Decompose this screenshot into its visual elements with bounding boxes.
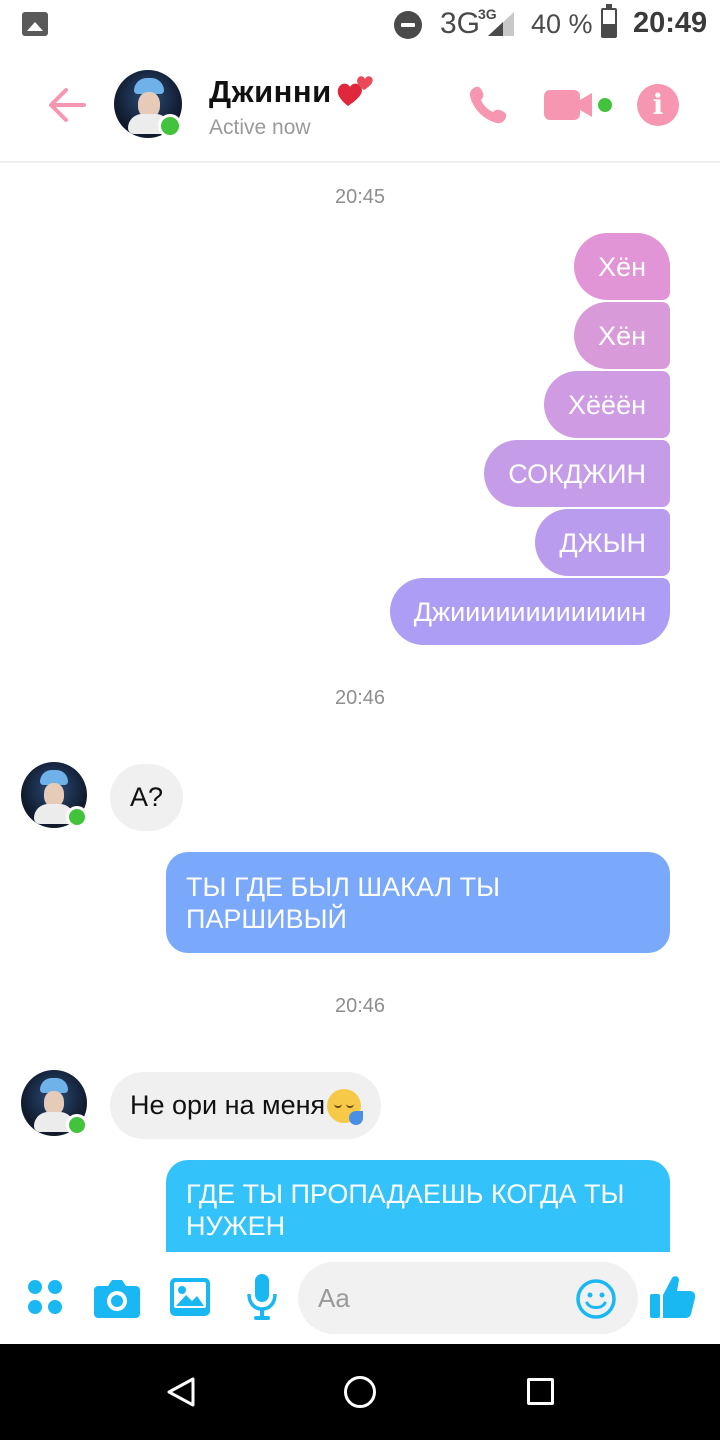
nav-home-icon[interactable]	[344, 1376, 376, 1408]
contact-status: Active now	[209, 116, 311, 139]
status-clock: 20:49	[633, 7, 708, 39]
emoji-icon[interactable]	[576, 1279, 616, 1319]
apps-icon[interactable]	[28, 1280, 64, 1316]
status-bar: 3G 3G 40 % 20:49	[0, 0, 720, 50]
outgoing-message[interactable]: ДЖЫН	[535, 509, 670, 576]
outgoing-message[interactable]: СОКДЖИН	[484, 440, 670, 507]
outgoing-message[interactable]: Хён	[574, 233, 670, 300]
thumbs-up-icon[interactable]	[650, 1274, 696, 1320]
online-indicator	[66, 806, 88, 828]
outgoing-message[interactable]: Джиииииииииииин	[389, 578, 670, 645]
message-timestamp: 20:45	[334, 186, 386, 208]
system-navigation-bar	[0, 1344, 720, 1440]
network-type: 3G	[440, 7, 481, 40]
outgoing-message[interactable]: ТЫ ГДЕ БЫЛ ШАКАЛ ТЫ ПАРШИВЫЙ	[166, 852, 670, 953]
video-call-icon[interactable]	[544, 86, 614, 124]
message-composer	[0, 1252, 720, 1344]
contact-name[interactable]: Джинни	[209, 74, 332, 110]
outgoing-message[interactable]: Хён	[574, 302, 670, 369]
sleepy-face-emoji-icon	[327, 1088, 364, 1125]
nav-back-icon[interactable]	[166, 1376, 196, 1408]
incoming-message-text: Не ори на меня	[130, 1090, 326, 1120]
do-not-disturb-icon	[394, 11, 422, 39]
battery-icon	[601, 4, 617, 38]
microphone-icon[interactable]	[246, 1274, 278, 1320]
gallery-icon[interactable]	[170, 1278, 210, 1316]
online-indicator	[66, 1114, 88, 1136]
image-notification-icon	[22, 12, 48, 36]
incoming-message[interactable]: Не ори на меня	[110, 1072, 382, 1139]
chat-header: Джинни Active now i	[0, 50, 720, 163]
battery-percent: 40 %	[531, 9, 593, 39]
nav-recents-icon[interactable]	[527, 1378, 554, 1405]
signal-icon	[488, 12, 514, 36]
message-timestamp: 20:46	[334, 995, 386, 1017]
info-icon[interactable]: i	[637, 84, 679, 126]
outgoing-message[interactable]: Хёёён	[544, 371, 670, 438]
outgoing-message[interactable]: ГДЕ ТЫ ПРОПАДАЕШЬ КОГДА ТЫ НУЖЕН	[166, 1160, 670, 1260]
incoming-message[interactable]: А?	[110, 764, 184, 831]
camera-icon[interactable]	[94, 1276, 140, 1318]
two-hearts-icon	[337, 76, 373, 106]
online-indicator	[158, 114, 182, 138]
back-arrow-icon[interactable]	[44, 82, 90, 128]
phone-call-icon[interactable]	[466, 82, 512, 128]
message-timestamp: 20:46	[334, 687, 386, 709]
